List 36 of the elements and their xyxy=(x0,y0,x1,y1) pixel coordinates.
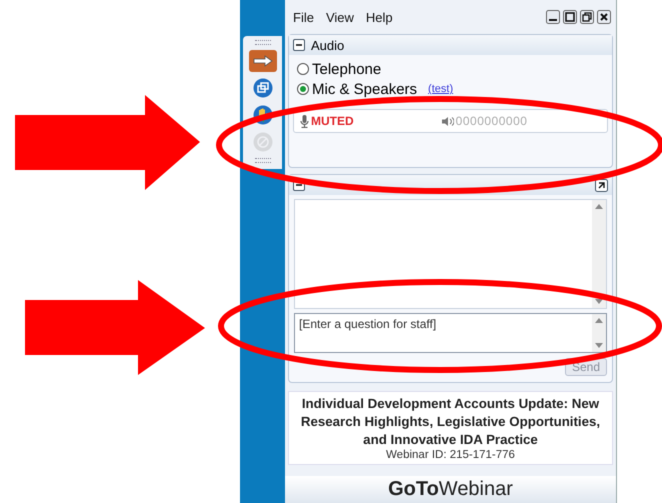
test-link[interactable]: (test) xyxy=(428,83,454,95)
collapse-toggle[interactable] xyxy=(293,39,305,51)
microphone-icon xyxy=(300,114,309,128)
logo: GoToWebinar xyxy=(388,478,513,501)
section-title: Audio xyxy=(311,38,344,52)
webinar-id: Webinar ID: 215-171-776 xyxy=(386,449,515,461)
muted-status: MUTED xyxy=(311,114,354,128)
webinar-title: Individual Development Accounts Update: New Research Highlights, Legislative Opportunities, and Innovative IDA Practice xyxy=(300,395,602,449)
arrow-icon xyxy=(252,55,272,67)
scroll-up-icon xyxy=(595,204,603,209)
tool-button[interactable] xyxy=(248,50,276,72)
radio-button[interactable] xyxy=(297,63,309,75)
menu-item[interactable]: Help xyxy=(366,10,393,24)
restore-button[interactable] xyxy=(580,10,594,24)
speaker-icon xyxy=(442,116,454,126)
menu-item[interactable]: View xyxy=(326,10,354,24)
scroll-up-icon xyxy=(595,318,603,323)
radio-label: Mic & Speakers xyxy=(312,80,418,98)
maximize-button[interactable] xyxy=(563,10,577,24)
blocked-icon xyxy=(252,132,272,152)
speaker-level: 0000000000 xyxy=(456,114,528,128)
radio-label: Telephone xyxy=(312,60,382,78)
scrollbar[interactable] xyxy=(592,314,606,352)
radio-button[interactable] xyxy=(297,83,309,95)
menu-item[interactable]: File xyxy=(293,10,314,24)
windows-icon xyxy=(252,78,272,98)
scrollbar[interactable] xyxy=(592,200,606,308)
minimize-button[interactable] xyxy=(546,10,560,24)
question-input[interactable]: [Enter a question for staff] xyxy=(294,313,607,353)
scroll-down-icon xyxy=(595,343,603,348)
popout-icon[interactable] xyxy=(595,178,608,192)
grip-icon xyxy=(254,158,270,163)
close-button[interactable] xyxy=(597,10,611,24)
grip-icon xyxy=(254,40,270,45)
placeholder-text: [Enter a question for staff] xyxy=(298,316,438,333)
scroll-down-icon xyxy=(595,299,603,304)
